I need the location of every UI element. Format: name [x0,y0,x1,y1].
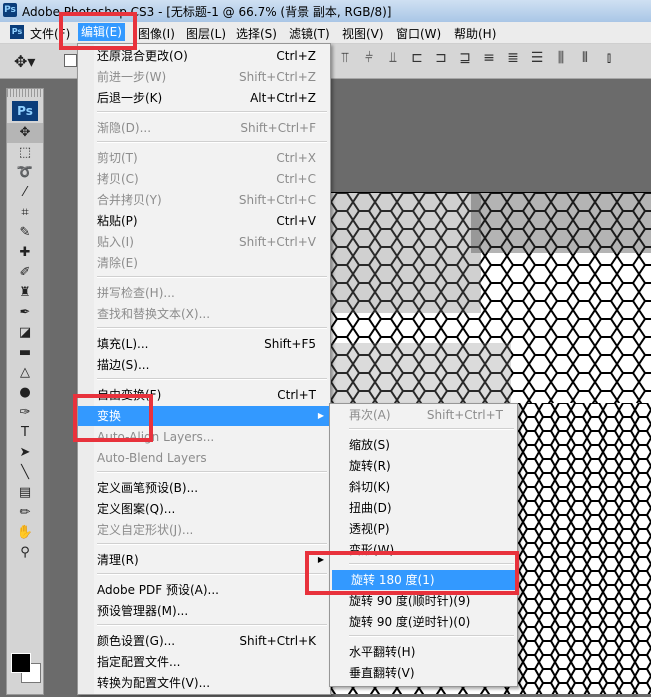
menu-item-define-brush[interactable]: 定义画笔预设(B)... [78,478,330,498]
toolbox: Ps ✥ ⬚ ➰ ⁄ ⌗ ✎ ✚ ✐ ♜ ✒ ◪ ▬ △ ● ✑ T ➤ ╲ ▤… [6,88,44,695]
menu-item-check-spelling[interactable]: 拼写检查(H)... [78,283,330,303]
marquee-tool-icon[interactable]: ⬚ [7,143,43,163]
menu-separator [97,111,327,113]
menu-item-define-pattern[interactable]: 定义图案(Q)... [78,499,330,519]
menu-item-find-replace[interactable]: 查找和替换文本(X)... [78,304,330,324]
distribute-right-icon[interactable]: ⫾ [598,50,620,70]
transform-submenu: 再次(A) Shift+Ctrl+T 缩放(S) 旋转(R) 斜切(K) 扭曲(… [329,403,518,687]
menu-item-fill[interactable]: 填充(L)... Shift+F5 [78,334,330,354]
slice-tool-icon[interactable]: ✎ [7,223,43,243]
lasso-tool-icon[interactable]: ➰ [7,163,43,183]
submenu-item-rotate[interactable]: 旋转(R) [330,456,517,476]
photoshop-app-icon: Ps [3,3,17,17]
menu-item-auto-blend-layers[interactable]: Auto-Blend Layers [78,448,330,468]
submenu-item-again[interactable]: 再次(A) Shift+Ctrl+T [330,405,517,425]
submenu-item-rotate-90-ccw[interactable]: 旋转 90 度(逆时针)(0) [330,612,517,632]
eyedropper-tool-icon[interactable]: ✏ [7,503,43,523]
menu-item-paste[interactable]: 粘贴(P) Ctrl+V [78,211,330,231]
type-tool-icon[interactable]: T [7,423,43,443]
line-tool-icon[interactable]: ╲ [7,463,43,483]
menu-image[interactable]: 图像(I) [138,25,175,42]
menu-item-copy-merged[interactable]: 合并拷贝(Y) Shift+Ctrl+C [78,190,330,210]
align-top-icon[interactable]: ⫪ [334,50,356,70]
menu-item-step-forward[interactable]: 前进一步(W) Shift+Ctrl+Z [78,67,330,87]
menu-item-paste-into[interactable]: 贴入(I) Shift+Ctrl+V [78,232,330,252]
magic-wand-tool-icon[interactable]: ⁄ [7,183,43,203]
menu-separator [349,635,514,637]
healing-brush-tool-icon[interactable]: ✚ [7,243,43,263]
menu-separator [97,378,327,380]
menu-item-copy[interactable]: 拷贝(C) Ctrl+C [78,169,330,189]
align-hcenter-icon[interactable]: ⊐ [430,50,452,70]
menu-separator [97,276,327,278]
submenu-item-distort[interactable]: 扭曲(D) [330,498,517,518]
distribute-bottom-icon[interactable]: ☰ [526,50,548,70]
toolbox-logo: Ps [12,101,38,121]
path-selection-tool-icon[interactable]: ➤ [7,443,43,463]
distribute-center-icon[interactable]: ≣ [502,50,524,70]
blur-tool-icon[interactable]: △ [7,363,43,383]
menu-view[interactable]: 视图(V) [342,25,384,42]
menu-item-pdf-presets[interactable]: Adobe PDF 预设(A)... [78,580,330,600]
move-tool-icon[interactable]: ✥ [7,123,43,143]
pen-tool-icon[interactable]: ✑ [7,403,43,423]
menu-item-color-settings[interactable]: 颜色设置(G)... Shift+Ctrl+K [78,631,330,651]
align-buttons: ⫪ ⫩ ⫫ ⊏ ⊐ ⊒ ≡ ≣ ☰ ⫼ ⦀ ⫾ [334,50,620,70]
menu-separator [349,428,514,430]
menu-item-fade[interactable]: 渐隐(D)... Shift+Ctrl+F [78,118,330,138]
menu-item-define-custom-shape[interactable]: 定义自定形状(J)... [78,520,330,540]
dodge-tool-icon[interactable]: ● [7,383,43,403]
annotation-box-transform [73,394,153,442]
menu-separator [97,573,327,575]
submenu-item-skew[interactable]: 斜切(K) [330,477,517,497]
zoom-tool-icon[interactable]: ⚲ [7,543,43,563]
menu-separator [97,624,327,626]
menu-item-clear[interactable]: 清除(E) [78,253,330,273]
menu-item-assign-profile[interactable]: 指定配置文件... [78,652,330,672]
distribute-top-icon[interactable]: ≡ [478,50,500,70]
menu-filter[interactable]: 滤镜(T) [289,25,330,42]
menu-item-preset-manager[interactable]: 预设管理器(M)... [78,601,330,621]
history-brush-tool-icon[interactable]: ✒ [7,303,43,323]
menu-help[interactable]: 帮助(H) [454,25,496,42]
align-vcenter-icon[interactable]: ⫩ [358,50,380,70]
menu-item-stroke[interactable]: 描边(S)... [78,355,330,375]
submenu-item-flip-vertical[interactable]: 垂直翻转(V) [330,663,517,683]
photoshop-menu-icon[interactable]: Ps [10,25,24,39]
align-bottom-icon[interactable]: ⫫ [382,50,404,70]
distribute-left-icon[interactable]: ⫼ [550,50,572,70]
menu-separator [97,141,327,143]
notes-tool-icon[interactable]: ▤ [7,483,43,503]
move-tool-preset-icon[interactable]: ✥▾ [14,52,35,71]
submenu-item-flip-horizontal[interactable]: 水平翻转(H) [330,642,517,662]
menu-item-convert-profile[interactable]: 转换为配置文件(V)... [78,673,330,693]
annotation-box-edit-menu [59,12,137,50]
hand-tool-icon[interactable]: ✋ [7,523,43,543]
submenu-item-scale[interactable]: 缩放(S) [330,435,517,455]
auto-select-checkbox[interactable] [64,54,77,67]
menu-item-cut[interactable]: 剪切(T) Ctrl+X [78,148,330,168]
toolbox-grip[interactable] [7,89,43,97]
annotation-box-rotate-180 [305,551,519,595]
menu-window[interactable]: 窗口(W) [396,25,441,42]
align-right-icon[interactable]: ⊒ [454,50,476,70]
menu-select[interactable]: 选择(S) [236,25,277,42]
clone-stamp-tool-icon[interactable]: ♜ [7,283,43,303]
align-left-icon[interactable]: ⊏ [406,50,428,70]
eraser-tool-icon[interactable]: ◪ [7,323,43,343]
foreground-color-swatch[interactable] [11,653,31,673]
menu-separator [97,543,327,545]
submenu-item-perspective[interactable]: 透视(P) [330,519,517,539]
submenu-arrow-icon: ▶ [317,411,324,420]
edit-menu-dropdown: 还原混合更改(O) Ctrl+Z 前进一步(W) Shift+Ctrl+Z 后退… [77,43,331,695]
menu-item-step-backward[interactable]: 后退一步(K) Alt+Ctrl+Z [78,88,330,108]
menu-separator [97,327,327,329]
gradient-tool-icon[interactable]: ▬ [7,343,43,363]
menu-layer[interactable]: 图层(L) [186,25,226,42]
distribute-hcenter-icon[interactable]: ⦀ [574,50,596,70]
menu-item-purge[interactable]: 清理(R) ▶ [78,550,330,570]
crop-tool-icon[interactable]: ⌗ [7,203,43,223]
menu-separator [97,471,327,473]
brush-tool-icon[interactable]: ✐ [7,263,43,283]
